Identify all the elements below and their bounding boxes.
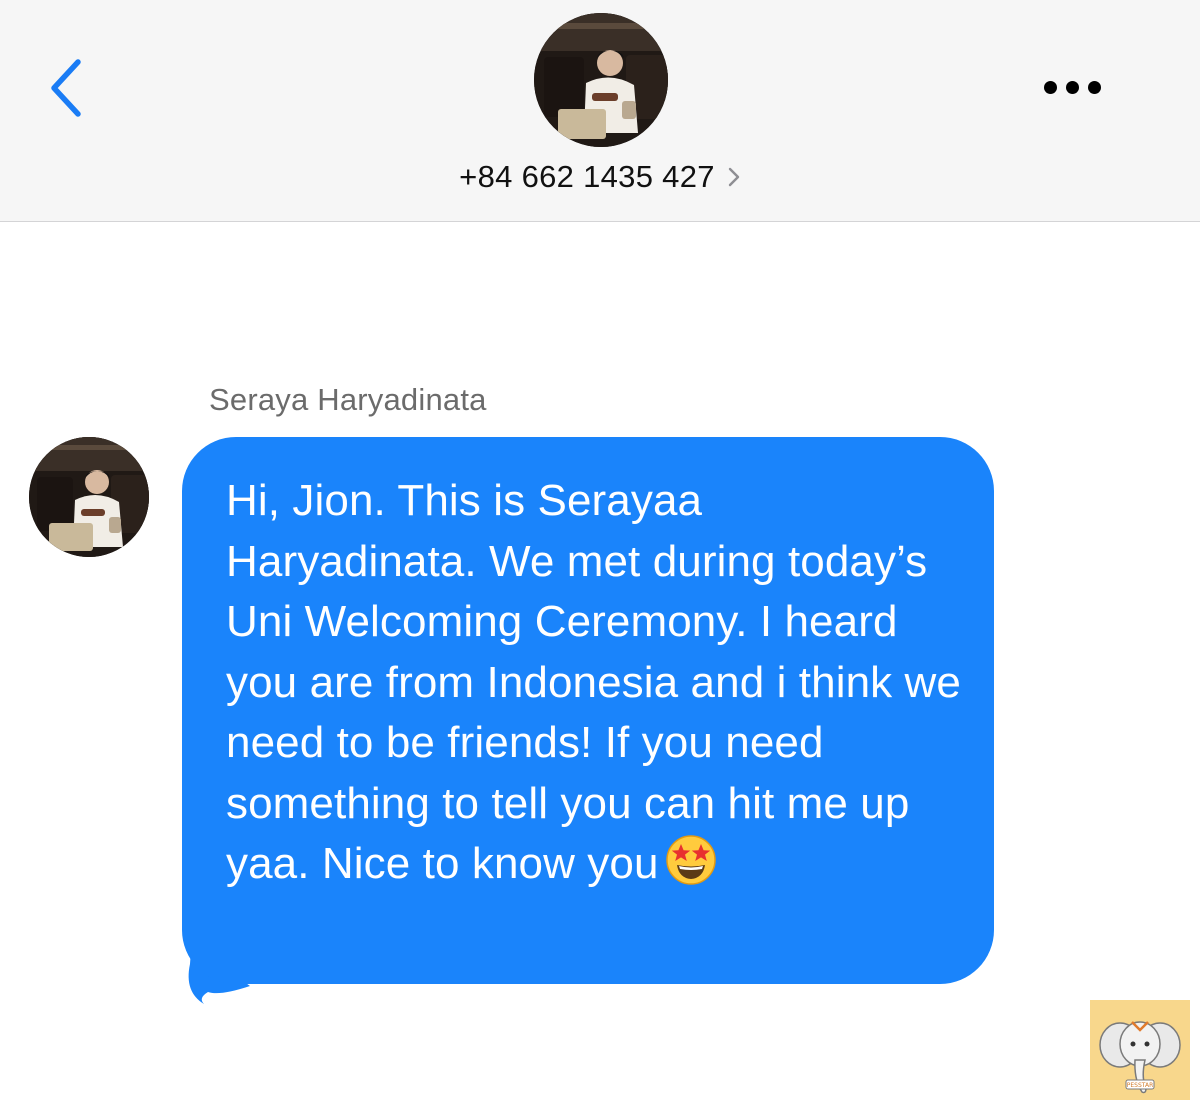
star-struck-emoji-icon [665, 834, 717, 886]
sender-photo [29, 437, 149, 557]
chevron-right-icon [727, 166, 741, 188]
contact-info-row[interactable]: +84 662 1435 427 [0, 152, 1200, 202]
chevron-left-icon [51, 59, 81, 117]
contact-avatar[interactable] [534, 13, 668, 147]
sender-avatar[interactable] [29, 437, 149, 557]
message-text: Hi, Jion. This is Serayaa Haryadinata. W… [226, 476, 962, 888]
message-sender-name: Seraya Haryadinata [209, 382, 487, 417]
conversation-header: +84 662 1435 427 [0, 0, 1200, 222]
contact-number: +84 662 1435 427 [459, 159, 715, 194]
messages-conversation-screen: +84 662 1435 427 Seraya Haryadinata Hi, … [0, 0, 1200, 1110]
message-bubble[interactable]: Hi, Jion. This is Serayaa Haryadinata. W… [182, 437, 994, 984]
more-options-button[interactable] [1036, 70, 1112, 106]
back-button[interactable] [40, 52, 100, 124]
watermark-logo: PESSTAR [1090, 1000, 1190, 1100]
contact-photo [534, 13, 668, 147]
elephant-logo-icon: PESSTAR [1090, 1000, 1190, 1100]
watermark-label: PESSTAR [1127, 1082, 1154, 1089]
